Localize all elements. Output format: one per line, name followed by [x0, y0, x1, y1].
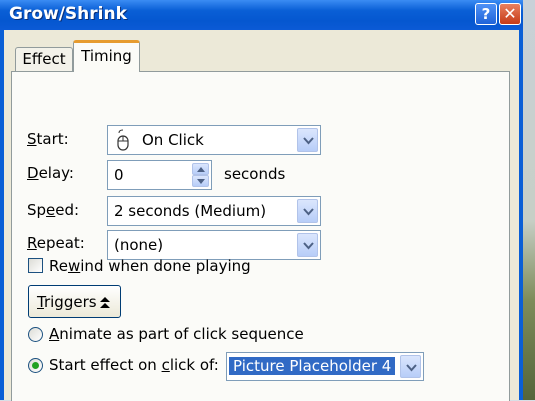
click-object-dropdown[interactable]: Picture Placeholder 4: [226, 352, 424, 381]
click-object-dropdown-button[interactable]: [400, 355, 421, 378]
tab-strip: Effect Timing: [4, 30, 519, 72]
window-title: Grow/Shrink: [9, 4, 127, 24]
speed-label: Speed:: [27, 201, 80, 219]
repeat-label: Repeat:: [27, 234, 85, 252]
rewind-checkbox[interactable]: [28, 258, 43, 273]
tab-timing[interactable]: Timing: [73, 40, 140, 72]
repeat-dropdown-button[interactable]: [297, 233, 318, 257]
start-dropdown[interactable]: On Click: [107, 125, 321, 155]
triggers-button[interactable]: Triggers: [28, 285, 121, 318]
title-bar[interactable]: Grow/Shrink ? ✕: [0, 0, 523, 30]
start-dropdown-button[interactable]: [297, 128, 318, 152]
tab-effect[interactable]: Effect: [15, 47, 73, 71]
click-object-value: Picture Placeholder 4: [229, 357, 396, 375]
delay-spin-buttons: [192, 163, 209, 187]
spin-up-button[interactable]: [192, 163, 209, 175]
repeat-value: (none): [114, 236, 164, 254]
dialog-body: Effect Timing Start: On Click Delay: 0 s…: [4, 30, 519, 401]
delay-label: Delay:: [27, 164, 74, 182]
start-on-click-label[interactable]: Start effect on click of:: [49, 356, 219, 374]
timing-panel: Start: On Click Delay: 0 seconds Speed: …: [11, 71, 510, 401]
delay-spinner[interactable]: 0: [107, 160, 212, 190]
delay-unit: seconds: [224, 165, 286, 183]
start-label: Start:: [27, 130, 69, 148]
repeat-dropdown[interactable]: (none): [107, 230, 321, 260]
triggers-label: Triggers: [37, 293, 97, 311]
speed-dropdown[interactable]: 2 seconds (Medium): [107, 196, 321, 226]
animate-sequence-radio[interactable]: [28, 327, 43, 342]
delay-value: 0: [114, 166, 124, 184]
animate-sequence-label[interactable]: Animate as part of click sequence: [49, 325, 304, 343]
mouse-icon: [114, 129, 132, 155]
start-on-click-radio[interactable]: [28, 358, 43, 373]
help-button[interactable]: ?: [475, 3, 497, 25]
speed-value: 2 seconds (Medium): [114, 202, 267, 220]
dialog-window: Grow/Shrink ? ✕ Effect Timing Start: On …: [0, 0, 523, 401]
spin-down-button[interactable]: [192, 175, 209, 187]
radio-selected-dot: [32, 362, 39, 369]
rewind-label[interactable]: Rewind when done playing: [49, 257, 251, 275]
close-button[interactable]: ✕: [499, 3, 521, 25]
speed-dropdown-button[interactable]: [297, 199, 318, 223]
desktop-background: [523, 0, 535, 400]
start-value: On Click: [142, 131, 204, 149]
